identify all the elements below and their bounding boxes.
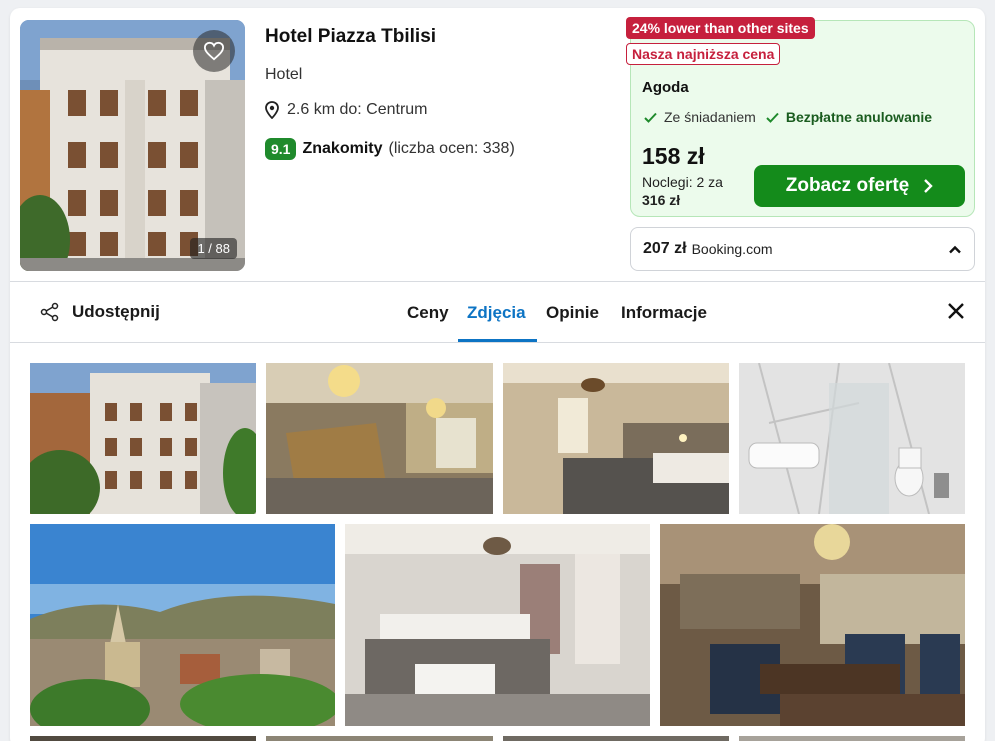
tab-info[interactable]: Informacje [621,303,707,323]
alternative-offer[interactable]: 207 zł Booking.com [630,227,975,271]
hotel-main-photo[interactable]: 1 / 88 [20,20,245,271]
check-icon [766,112,779,123]
chevron-right-icon [924,179,933,193]
gallery-photo[interactable] [266,363,493,514]
distance-text: 2.6 km do: Centrum [287,101,428,118]
active-tab-indicator [458,339,537,342]
gallery-photo[interactable] [30,363,256,514]
gallery-photo[interactable] [503,736,729,741]
gallery-city-view-image [30,524,335,726]
rating-count: (liczba ocen: 338) [388,140,515,157]
offer-features: Ze śniadaniem Bezpłatne anulowanie [644,109,932,125]
gallery-photo[interactable] [345,524,650,726]
gallery-lobby-image [266,363,493,514]
tab-reviews[interactable]: Opinie [546,303,599,323]
location-pin-icon [265,101,279,119]
rating-label: Znakomity [302,140,383,157]
tab-prices[interactable]: Ceny [407,303,449,323]
offer-site-name: Agoda [642,79,689,96]
feature-free-cancel: Bezpłatne anulowanie [766,109,932,125]
hotel-name[interactable]: Hotel Piazza Tbilisi [265,26,515,48]
alt-offer-site: Booking.com [691,241,773,257]
share-icon [40,302,59,322]
gallery-photo[interactable] [503,363,729,514]
share-button[interactable]: Udostępnij [40,302,160,322]
gallery-photo[interactable] [739,736,965,741]
feature-free-cancel-label: Bezpłatne anulowanie [785,109,933,125]
feature-breakfast-label: Ze śniadaniem [664,109,756,125]
alt-offer-price: 207 zł [643,240,687,257]
heart-icon [203,41,225,61]
total-price: 316 zł [642,192,681,208]
tab-photos[interactable]: Zdjęcia [467,303,526,323]
gallery-room-image [503,363,729,514]
distance[interactable]: 2.6 km do: Centrum [265,101,515,119]
favorite-button[interactable] [193,30,235,72]
nights-total: Noclegi: 2 za 316 zł [642,173,737,209]
gallery-photo[interactable] [266,736,493,741]
feature-breakfast: Ze śniadaniem [644,109,756,125]
lowest-price-badge: Nasza najniższa cena [626,43,781,65]
hotel-card: 1 / 88 Hotel Piazza Tbilisi Hotel 2.6 km… [10,8,985,741]
gallery-photo[interactable] [660,524,965,726]
gallery-facade-image [30,363,256,514]
close-icon[interactable] [947,302,965,320]
photo-counter: 1 / 88 [190,238,237,259]
gallery-photo[interactable] [30,524,335,726]
rating-score-badge: 9.1 [265,138,297,160]
rating[interactable]: 9.1 Znakomity (liczba ocen: 338) [265,138,515,160]
offer-price: 158 zł [642,143,705,169]
hotel-info: Hotel Piazza Tbilisi Hotel 2.6 km do: Ce… [265,26,515,160]
check-icon [644,112,657,123]
chevron-up-icon[interactable] [948,245,962,254]
discount-badge: 24% lower than other sites [626,17,815,39]
gallery-twin-room-image [345,524,650,726]
view-offer-label: Zobacz ofertę [785,175,910,196]
detail-tabs-bar: Udostępnij Ceny Zdjęcia Opinie Informacj… [10,281,985,343]
share-label: Udostępnij [72,302,160,321]
nights-text: Noclegi: 2 za [642,174,723,190]
gallery-photo[interactable] [739,363,965,514]
gallery-restaurant-image [660,524,965,726]
gallery-bathroom-image [739,363,965,514]
hotel-type: Hotel [265,66,303,83]
view-offer-button[interactable]: Zobacz ofertę [754,165,965,207]
gallery-photo[interactable] [30,736,256,741]
